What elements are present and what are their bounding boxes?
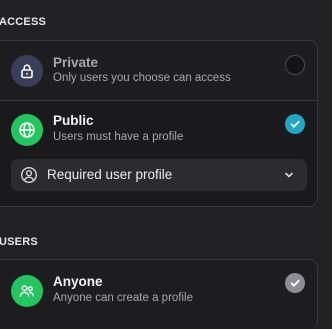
users-options-card: Anyone Anyone can create a profile (0, 259, 318, 329)
users-icon (11, 275, 43, 307)
check-icon[interactable] (285, 273, 305, 293)
check-icon[interactable] (285, 114, 305, 134)
option-subtitle: Only users you choose can access (53, 72, 231, 84)
radio-private[interactable] (285, 55, 305, 75)
users-section-label: USERS (0, 236, 38, 248)
lock-icon (11, 55, 43, 87)
option-subtitle: Users must have a profile (53, 131, 184, 143)
option-title: Public (53, 113, 94, 128)
access-option-public[interactable]: Public Users must have a profile Require… (0, 100, 317, 206)
option-title: Private (53, 55, 99, 70)
select-value: Required user profile (47, 167, 173, 182)
users-option-anyone[interactable]: Anyone Anyone can create a profile (0, 260, 317, 320)
option-subtitle: Anyone can create a profile (53, 292, 194, 304)
access-option-private[interactable]: Private Only users you choose can access (0, 41, 317, 99)
access-section-label: ACCESS (0, 16, 47, 28)
option-title: Anyone (53, 274, 103, 289)
required-profile-select[interactable]: Required user profile (11, 159, 307, 191)
access-options-card: Private Only users you choose can access… (0, 40, 318, 207)
user-circle-icon (20, 166, 38, 184)
chevron-down-icon (285, 172, 293, 178)
globe-icon (11, 114, 43, 146)
